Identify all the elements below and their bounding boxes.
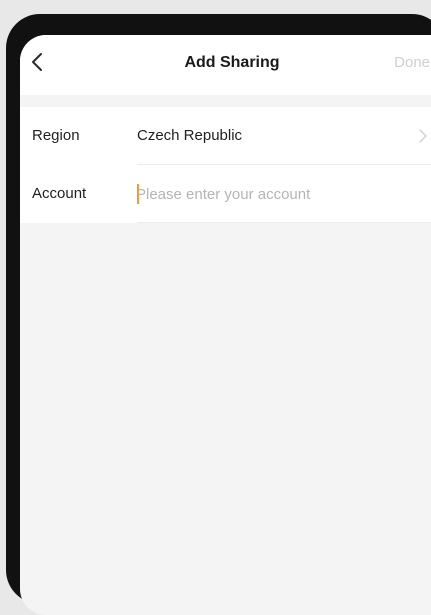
done-button[interactable]: Done [394, 35, 430, 91]
chevron-right-icon [419, 129, 427, 143]
page-title: Add Sharing [184, 54, 280, 71]
account-input[interactable] [136, 165, 426, 223]
account-row: Account [20, 165, 431, 223]
text-caret [137, 184, 139, 204]
region-value: Czech Republic [137, 127, 243, 144]
navigation-bar: Add Sharing Done [20, 35, 431, 95]
row-divider [137, 222, 431, 223]
region-label: Region [32, 127, 80, 144]
account-label: Account [32, 185, 87, 202]
region-row[interactable]: Region Czech Republic [20, 107, 431, 165]
app-screen: Add Sharing Done Region Czech Republic A… [20, 35, 431, 615]
sharing-form: Region Czech Republic Account [20, 107, 431, 223]
device-frame: Add Sharing Done Region Czech Republic A… [6, 14, 431, 615]
